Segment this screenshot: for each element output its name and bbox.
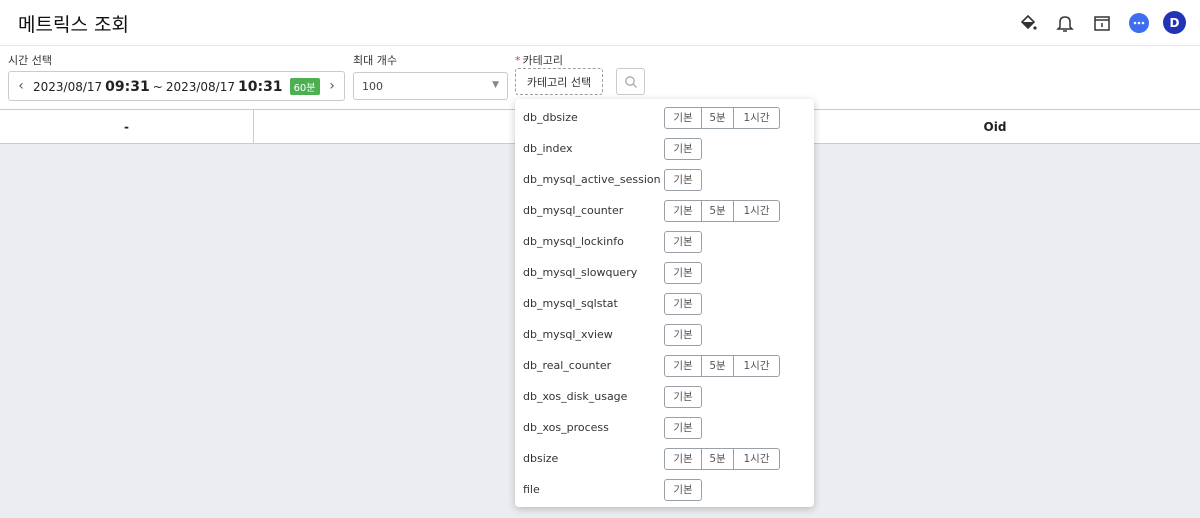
interval-option-button[interactable]: 1시간 [734,106,780,129]
interval-option-button[interactable]: 기본 [664,354,702,377]
column-header[interactable]: - [0,110,254,143]
category-item: db_mysql_counter 기본 5분 1시간 [515,195,814,226]
interval-option-button[interactable]: 기본 [664,323,702,346]
category-item-name: db_mysql_active_session [523,173,661,186]
interval-option-button[interactable]: 5분 [702,447,734,470]
interval-button-group: 기본 [664,478,702,501]
time-range-text[interactable]: 2023/08/17 09:31 ~ 2023/08/17 10:31 60분 [33,77,320,95]
category-item-name: db_index [523,142,573,155]
interval-option-button[interactable]: 기본 [664,137,702,160]
page-title: 메트릭스 조회 [18,14,129,36]
category-item-name: db_mysql_xview [523,328,613,341]
category-item: db_index 기본 [515,133,814,164]
category-item-name: db_dbsize [523,111,578,124]
category-item-name: db_mysql_slowquery [523,266,638,279]
category-item: db_real_counter 기본 5분 1시간 [515,350,814,381]
interval-option-button[interactable]: 1시간 [734,199,780,222]
category-item-name: db_real_counter [523,359,612,372]
interval-button-group: 기본 [664,168,702,191]
category-item: db_mysql_sqlstat 기본 [515,288,814,319]
interval-option-button[interactable]: 기본 [664,292,702,315]
time-separator: ~ [152,79,163,94]
interval-option-button[interactable]: 1시간 [734,354,780,377]
notice-icon[interactable] [1089,10,1114,35]
category-item-name: db_mysql_counter [523,204,624,217]
category-item: db_mysql_active_session 기본 [515,164,814,195]
category-item: db_mysql_lockinfo 기본 [515,226,814,257]
max-count-select[interactable]: 100 ▼ [353,72,508,100]
category-item: db_mysql_xview 기본 [515,319,814,350]
required-mark: * [515,54,521,67]
interval-button-group: 기본 5분 1시간 [664,354,780,377]
time-end-date: 2023/08/17 [165,79,235,94]
category-item-name: dbsize [523,452,559,465]
interval-option-button[interactable]: 5분 [702,354,734,377]
category-label-text: 카테고리 [522,54,563,67]
time-range-picker[interactable]: ‹ 2023/08/17 09:31 ~ 2023/08/17 10:31 60… [8,71,345,101]
chat-icon[interactable] [1126,10,1151,35]
interval-button-group: 기본 [664,261,702,284]
interval-option-button[interactable]: 기본 [664,230,702,253]
category-item: db_xos_disk_usage 기본 [515,381,814,412]
search-icon [624,75,637,88]
interval-button-group: 기본 [664,292,702,315]
category-select-button[interactable]: 카테고리 선택 [515,68,603,95]
interval-button-group: 기본 [664,230,702,253]
duration-badge[interactable]: 60분 [289,77,320,95]
category-item-name: db_xos_process [523,421,609,434]
category-item-name: db_mysql_lockinfo [523,235,624,248]
category-item-name: db_mysql_sqlstat [523,297,618,310]
interval-button-group: 기본 [664,416,702,439]
interval-button-group: 기본 [664,137,702,160]
time-end-hm: 10:31 [237,78,283,95]
prev-arrow-icon[interactable]: ‹ [9,78,33,94]
interval-option-button[interactable]: 기본 [664,199,702,222]
category-item: file 기본 [515,474,814,505]
interval-option-button[interactable]: 5분 [702,106,734,129]
time-label: 시간 선택 [8,54,52,67]
interval-option-button[interactable]: 기본 [664,106,702,129]
bell-icon[interactable] [1052,10,1077,35]
interval-option-button[interactable]: 기본 [664,261,702,284]
time-start-date: 2023/08/17 [33,79,103,94]
category-label: * 카테고리 [515,52,563,68]
interval-option-button[interactable]: 5분 [702,199,734,222]
time-start-hm: 09:31 [105,78,150,95]
next-arrow-icon[interactable]: › [320,78,344,94]
category-item-name: file [523,483,540,496]
column-header[interactable]: Oid [790,110,1200,143]
interval-button-group: 기본 5분 1시간 [664,106,780,129]
interval-button-group: 기본 5분 1시간 [664,199,780,222]
interval-option-button[interactable]: 기본 [664,478,702,501]
category-item: db_xos_process 기본 [515,412,814,443]
interval-button-group: 기본 [664,385,702,408]
interval-option-button[interactable]: 기본 [664,385,702,408]
category-item: dbsize 기본 5분 1시간 [515,443,814,474]
interval-option-button[interactable]: 기본 [664,416,702,439]
app-header: 메트릭스 조회 D [0,0,1200,46]
paint-bucket-icon[interactable] [1015,10,1040,35]
category-item: db_mysql_slowquery 기본 [515,257,814,288]
max-count-label: 최대 개수 [353,54,397,67]
chevron-down-icon: ▼ [492,80,499,90]
interval-button-group: 기본 5분 1시간 [664,447,780,470]
category-item: db_dbsize 기본 5분 1시간 [515,102,814,133]
header-icons: D [1015,10,1186,35]
max-count-value: 100 [362,79,383,93]
interval-option-button[interactable]: 기본 [664,168,702,191]
search-button[interactable] [616,68,645,95]
interval-option-button[interactable]: 기본 [664,447,702,470]
interval-button-group: 기본 [664,323,702,346]
interval-option-button[interactable]: 1시간 [734,447,780,470]
avatar[interactable]: D [1163,11,1186,34]
category-item-name: db_xos_disk_usage [523,390,628,403]
category-dropdown: db_dbsize 기본 5분 1시간 db_index 기본 db_mysql_activ… [515,99,814,507]
